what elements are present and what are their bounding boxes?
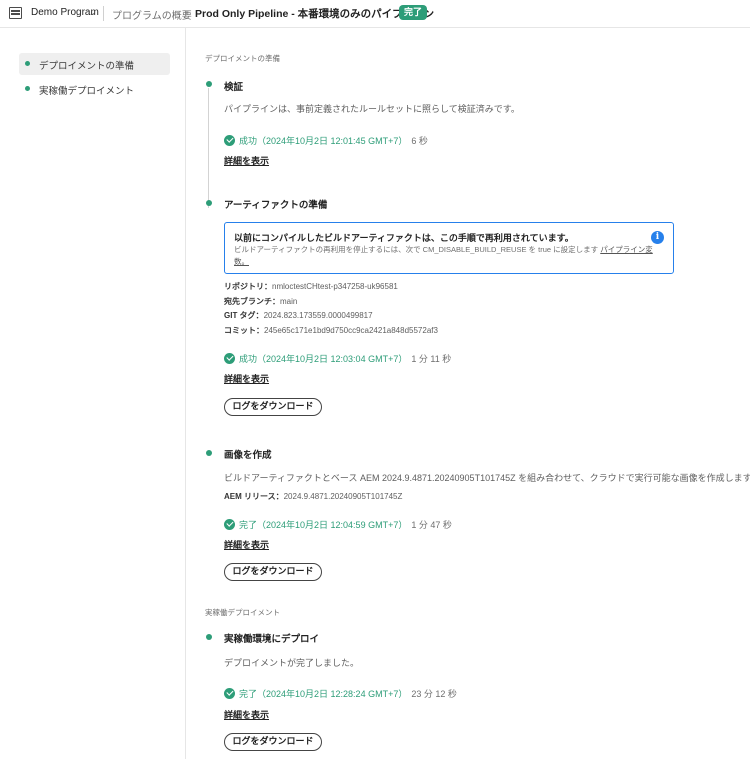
commit-value: 245e65c171e1bd9d750cc9ca2421a848d5572af3 xyxy=(264,326,438,335)
step-description: パイプラインは、事前定義されたルールセットに照らして検証済みです。 xyxy=(224,104,520,114)
check-circle-icon xyxy=(224,518,235,530)
info-banner-text: ビルドアーティファクトの再利用を停止するには、次で CM_DISABLE_BUI… xyxy=(234,245,599,254)
step-description: デプロイメントが完了しました。 xyxy=(224,658,360,668)
top-bar: Demo Program ⌄ プログラムの概要 › Prod Only Pipe… xyxy=(0,0,750,28)
status-dot-icon xyxy=(25,61,30,66)
status-text: 成功（2024年10月2日 12:01:45 GMT+7） xyxy=(239,135,408,146)
status-text: 完了（2024年10月2日 12:04:59 GMT+7） xyxy=(239,519,408,530)
status-dot-icon xyxy=(25,86,30,91)
info-banner-body: ビルドアーティファクトの再利用を停止するには、次で CM_DISABLE_BUI… xyxy=(234,244,654,268)
download-log-button[interactable]: ログをダウンロード xyxy=(224,398,322,416)
step-status-dot xyxy=(205,81,212,87)
repository-label: リポジトリ： xyxy=(224,282,272,291)
aem-release-value: 2024.9.4871.20240905T101745Z xyxy=(283,492,403,501)
duration-text: 1 分 47 秒 xyxy=(411,519,452,530)
check-circle-icon xyxy=(224,134,235,146)
sidebar-item-deployment-prep[interactable]: デプロイメントの準備 xyxy=(19,53,170,75)
step-status-dot xyxy=(205,200,212,206)
download-log-button[interactable]: ログをダウンロード xyxy=(224,733,322,751)
git-tag-value: 2024.823.173559.0000499817 xyxy=(263,311,373,320)
step-title-deploy-production: 実稼働環境にデプロイ xyxy=(224,634,320,645)
info-icon: i xyxy=(651,231,664,244)
header-divider xyxy=(103,6,104,21)
chevron-down-icon[interactable]: ⌄ xyxy=(89,7,97,18)
aem-release-label: AEM リリース： xyxy=(224,492,284,501)
branch-label: 宛先ブランチ： xyxy=(224,297,280,306)
view-details-link[interactable]: 詳細を表示 xyxy=(224,708,269,721)
view-details-link[interactable]: 詳細を表示 xyxy=(224,154,269,167)
program-icon xyxy=(9,7,22,19)
section-title-prep: デプロイメントの準備 xyxy=(205,54,280,63)
section-title-production: 実稼働デプロイメント xyxy=(205,608,280,617)
duration-text: 1 分 11 秒 xyxy=(411,353,452,364)
step-title-artifact: アーティファクトの準備 xyxy=(224,200,328,211)
main-content: デプロイメントの準備 検証 パイプラインは、事前定義されたルールセットに照らして… xyxy=(187,28,750,759)
step-status: 成功（2024年10月2日 12:01:45 GMT+7） 6 秒 xyxy=(224,134,428,146)
commit-line: コミット：245e65c171e1bd9d750cc9ca2421a848d55… xyxy=(224,325,438,336)
breadcrumb-program-overview[interactable]: プログラムの概要 xyxy=(112,7,192,22)
breadcrumb-separator-icon: › xyxy=(184,5,188,19)
view-details-link[interactable]: 詳細を表示 xyxy=(224,538,269,551)
commit-label: コミット： xyxy=(224,326,264,335)
aem-release-line: AEM リリース：2024.9.4871.20240905T101745Z xyxy=(224,491,402,502)
step-status-dot xyxy=(205,450,212,456)
step-title-validation: 検証 xyxy=(224,82,244,93)
duration-text: 6 秒 xyxy=(411,135,428,146)
step-status: 成功（2024年10月2日 12:03:04 GMT+7） 1 分 11 秒 xyxy=(224,352,451,364)
duration-text: 23 分 12 秒 xyxy=(411,688,457,699)
timeline-connector xyxy=(208,88,209,208)
info-banner-title: 以前にコンパイルしたビルドアーティファクトは、この手順で再利用されています。 xyxy=(234,233,574,243)
git-tag-label: GIT タグ： xyxy=(224,311,264,320)
step-description: ビルドアーティファクトとベース AEM 2024.9.4871.20240905… xyxy=(224,473,750,483)
step-title-create-image: 画像を作成 xyxy=(224,450,272,461)
repository-line: リポジトリ：nmloctestCHtest-p347258-uk96581 xyxy=(224,281,398,292)
status-text: 成功（2024年10月2日 12:03:04 GMT+7） xyxy=(239,353,408,364)
branch-line: 宛先ブランチ：main xyxy=(224,296,297,307)
step-status: 完了（2024年10月2日 12:28:24 GMT+7） 23 分 12 秒 xyxy=(224,687,457,699)
step-status-dot xyxy=(205,634,212,640)
sidebar: デプロイメントの準備 実稼働デプロイメント xyxy=(0,28,186,759)
download-log-button[interactable]: ログをダウンロード xyxy=(224,563,322,581)
status-badge: 完了 xyxy=(399,5,428,20)
step-status: 完了（2024年10月2日 12:04:59 GMT+7） 1 分 47 秒 xyxy=(224,518,452,530)
sidebar-item-label: 実稼働デプロイメント xyxy=(39,86,135,97)
sidebar-item-production-deployment[interactable]: 実稼働デプロイメント xyxy=(19,78,170,100)
sidebar-item-label: デプロイメントの準備 xyxy=(39,61,135,72)
info-banner: 以前にコンパイルしたビルドアーティファクトは、この手順で再利用されています。 ビ… xyxy=(224,222,674,274)
check-circle-icon xyxy=(224,352,235,364)
check-circle-icon xyxy=(224,687,235,699)
status-text: 完了（2024年10月2日 12:28:24 GMT+7） xyxy=(239,688,408,699)
branch-value: main xyxy=(280,297,298,306)
git-tag-line: GIT タグ：2024.823.173559.0000499817 xyxy=(224,310,373,321)
view-details-link[interactable]: 詳細を表示 xyxy=(224,372,269,385)
repository-value: nmloctestCHtest-p347258-uk96581 xyxy=(272,282,398,291)
